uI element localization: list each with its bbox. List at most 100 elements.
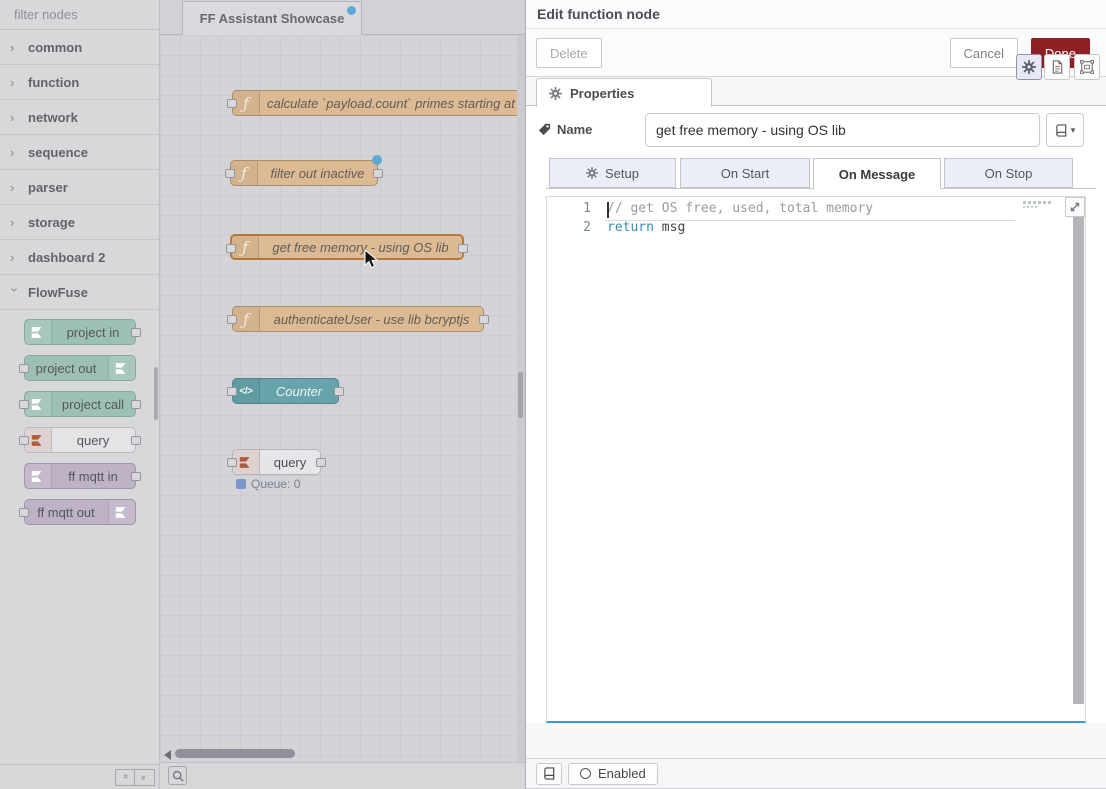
node-status: Queue: 0 [236, 477, 300, 491]
document-icon [1051, 60, 1064, 74]
status-square-icon [236, 479, 246, 489]
palette-node-project-call[interactable]: project call [24, 391, 136, 417]
canvas-grid[interactable] [160, 35, 525, 762]
output-port[interactable] [131, 400, 141, 409]
palette-node-ff-mqtt-in[interactable]: ff mqtt in [24, 463, 136, 489]
enabled-toggle-button[interactable]: Enabled [568, 763, 658, 785]
expand-all-button[interactable]: » [135, 769, 155, 786]
zoom-search-button[interactable] [168, 766, 187, 785]
tab-on-start[interactable]: On Start [680, 158, 810, 188]
node-query[interactable]: query [232, 449, 321, 475]
chevron-right-icon: › [10, 76, 20, 89]
category-label: storage [28, 215, 75, 230]
tab-setup[interactable]: Setup [549, 158, 676, 188]
tab-properties-label: Properties [570, 86, 634, 101]
palette-category-sequence[interactable]: › sequence [0, 135, 159, 170]
input-port[interactable] [227, 99, 237, 108]
editor-scrollbar[interactable] [1073, 197, 1084, 704]
input-port[interactable] [19, 508, 29, 517]
input-port[interactable] [227, 458, 237, 467]
node-label: authenticateUser - use lib bcryptjs [260, 312, 483, 327]
appearance-button[interactable] [1074, 54, 1100, 80]
tab-on-stop[interactable]: On Stop [944, 158, 1073, 188]
node-filter-out-inactive[interactable]: ƒ filter out inactive [230, 160, 378, 186]
function-icon: ƒ [233, 307, 260, 331]
palette-node-project-out[interactable]: project out [24, 355, 136, 381]
palette-category-common[interactable]: › common [0, 30, 159, 65]
canvas-horizontal-scrollbar[interactable] [160, 748, 517, 760]
name-input[interactable] [645, 113, 1040, 147]
node-authenticate-user[interactable]: ƒ authenticateUser - use lib bcryptjs [232, 306, 484, 332]
tab-on-message[interactable]: On Message [813, 158, 941, 189]
input-port[interactable] [225, 169, 235, 178]
palette-node-label: query [52, 433, 135, 448]
delete-button[interactable]: Delete [536, 38, 602, 68]
gear-icon [1022, 60, 1036, 74]
cancel-button[interactable]: Cancel [950, 38, 1018, 68]
flowfuse-icon [108, 356, 135, 380]
canvas-vertical-scrollbar[interactable] [517, 35, 525, 762]
scroll-left-arrow-icon[interactable] [164, 750, 171, 760]
flowfuse-icon [108, 500, 135, 524]
chevron-right-icon: › [10, 181, 20, 194]
palette-category-function[interactable]: › function [0, 65, 159, 100]
palette-scrollbar[interactable] [154, 367, 158, 420]
flowfuse-query-icon [25, 428, 52, 452]
edit-tray: Edit function node Delete Cancel Done Pr… [525, 0, 1106, 789]
category-label: sequence [28, 145, 88, 160]
node-counter[interactable]: </> Counter [232, 378, 339, 404]
input-port[interactable] [227, 315, 237, 324]
description-button[interactable] [1044, 54, 1070, 80]
palette-category-flowfuse[interactable]: › FlowFuse [0, 275, 159, 310]
chevron-right-icon: › [10, 216, 20, 229]
collapse-all-button[interactable]: » [115, 769, 135, 786]
line-number: 1 [547, 201, 591, 220]
palette-node-ff-mqtt-out[interactable]: ff mqtt out [24, 499, 136, 525]
library-button[interactable]: ▾ [1046, 113, 1084, 147]
double-chevron-up-icon: » [120, 775, 130, 779]
library-save-button[interactable] [536, 763, 562, 785]
expand-editor-button[interactable] [1065, 197, 1085, 217]
palette-node-query[interactable]: query [24, 427, 136, 453]
input-port[interactable] [19, 436, 29, 445]
output-port[interactable] [131, 436, 141, 445]
input-port[interactable] [227, 387, 237, 396]
code-line[interactable]: 1 // get OS free, used, total memory [547, 201, 1071, 220]
node-label: Counter [260, 384, 338, 399]
workspace-canvas[interactable]: FF Assistant Showcase ƒ calculate `paylo… [160, 0, 525, 789]
palette-category-storage[interactable]: › storage [0, 205, 159, 240]
enabled-label: Enabled [598, 766, 646, 781]
input-port[interactable] [19, 364, 29, 373]
category-label: dashboard 2 [28, 250, 105, 265]
input-port[interactable] [226, 244, 236, 253]
input-port[interactable] [19, 400, 29, 409]
book-icon [1055, 124, 1068, 137]
output-port[interactable] [458, 244, 468, 253]
output-port[interactable] [131, 472, 141, 481]
code-editor[interactable]: 1 // get OS free, used, total memory 2 r… [546, 196, 1086, 723]
output-port[interactable] [131, 328, 141, 337]
palette-node-project-in[interactable]: project in [24, 319, 136, 345]
output-port[interactable] [479, 315, 489, 324]
palette-category-parser[interactable]: › parser [0, 170, 159, 205]
palette-category-dashboard2[interactable]: › dashboard 2 [0, 240, 159, 275]
palette-node-label: ff mqtt in [52, 469, 135, 484]
flowfuse-query-icon [233, 450, 260, 474]
code-comment: // get OS free, used, total memory [607, 201, 873, 216]
palette-category-network[interactable]: › network [0, 100, 159, 135]
node-calculate-primes[interactable]: ƒ calculate `payload.count` primes start… [232, 90, 525, 116]
chevron-right-icon: › [10, 111, 20, 124]
output-port[interactable] [334, 387, 344, 396]
palette-search [0, 0, 159, 30]
scrollbar-thumb[interactable] [175, 749, 295, 758]
scrollbar-thumb[interactable] [518, 372, 523, 418]
flowfuse-icon [25, 464, 52, 488]
properties-gear-button[interactable] [1016, 54, 1042, 80]
node-get-free-memory[interactable]: ƒ get free memory - using OS lib [230, 234, 464, 260]
code-line[interactable]: 2 return msg [547, 220, 1071, 239]
output-port[interactable] [373, 169, 383, 178]
tab-properties[interactable]: Properties [536, 78, 712, 107]
output-port[interactable] [316, 458, 326, 467]
flow-tab[interactable]: FF Assistant Showcase [182, 1, 362, 35]
chevron-right-icon: › [10, 146, 20, 159]
